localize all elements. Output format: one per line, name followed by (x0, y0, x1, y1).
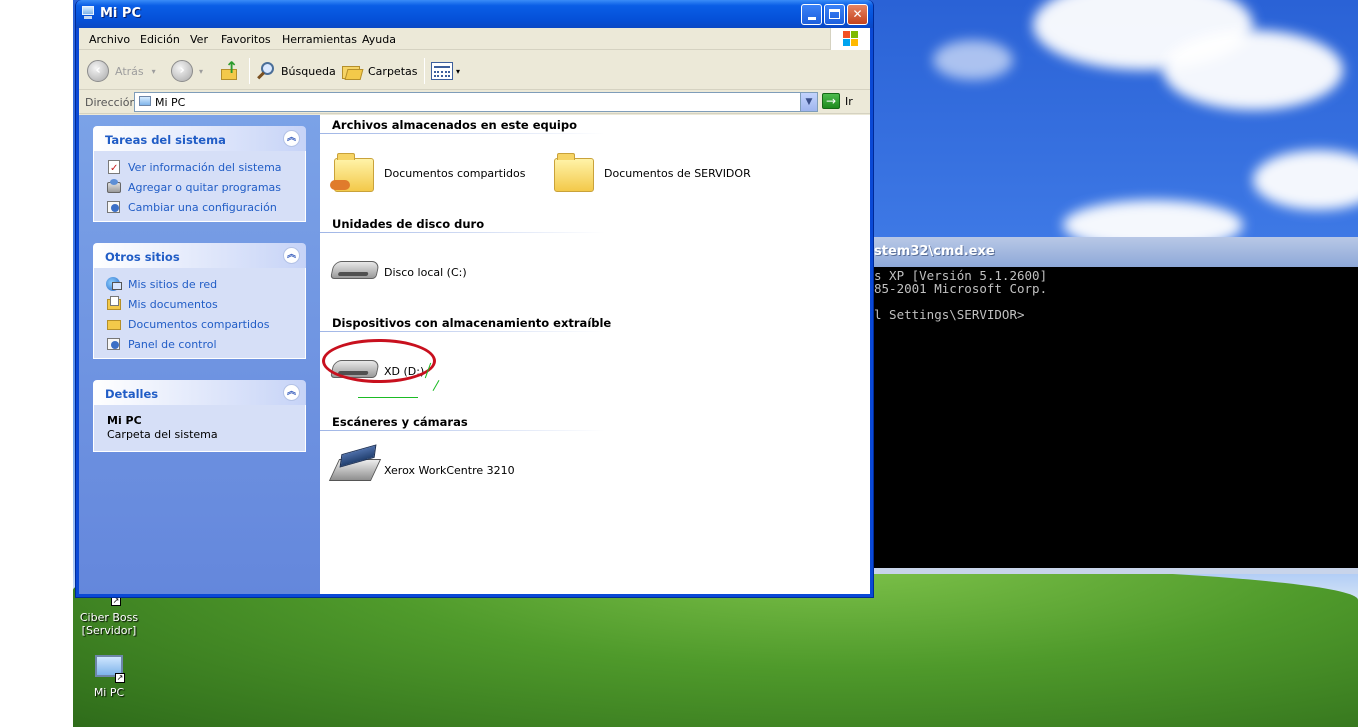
scanner-icon (328, 444, 382, 493)
views-button[interactable]: ▾ (431, 59, 460, 83)
folders-button[interactable]: Carpetas (341, 59, 417, 83)
computer-icon (139, 96, 151, 106)
collapse-icon[interactable]: ︽ (283, 384, 300, 401)
panel-header[interactable]: Otros sitios ︽ (93, 243, 306, 268)
forward-arrow-icon: › (171, 60, 193, 82)
back-arrow-icon: ‹ (87, 60, 109, 82)
panel-details: Detalles ︽ Mi PC Carpeta del sistema (93, 380, 306, 452)
link-shared-documents[interactable]: Documentos compartidos (106, 314, 305, 334)
item-local-disk[interactable]: Disco local (C:) (330, 249, 467, 295)
address-label: Dirección (85, 96, 137, 109)
address-input[interactable]: Mi PC ▼ (134, 92, 818, 112)
network-places-icon (106, 276, 122, 292)
add-remove-programs-icon (106, 179, 122, 195)
link-control-panel[interactable]: Panel de control (106, 334, 305, 354)
maximize-button[interactable] (824, 4, 845, 25)
cmd-window[interactable]: stem32\cmd.exe s XP [Versión 5.1.2600] 85… (874, 237, 1358, 573)
go-button[interactable]: → Ir (822, 93, 853, 109)
control-panel-icon (106, 199, 122, 215)
chevron-down-icon: ▾ (199, 66, 204, 76)
menu-ver[interactable]: Ver (190, 33, 208, 46)
desktop-icon-mi-pc[interactable]: ↗ Mi PC (73, 655, 145, 699)
computer-icon: ↗ (93, 655, 125, 683)
cmd-title[interactable]: stem32\cmd.exe (874, 237, 1358, 267)
menu-herramientas[interactable]: Herramientas (282, 33, 357, 46)
explorer-window[interactable]: Mi PC ✕ Archivo Edición Ver Favoritos He… (75, 0, 874, 598)
item-server-documents[interactable]: Documentos de SERVIDOR (552, 150, 751, 196)
desktop-icon-label: Ciber Boss (79, 611, 139, 624)
highlight-ellipse (322, 339, 436, 383)
documents-icon (106, 296, 122, 312)
windows-logo (830, 28, 870, 50)
group-title-hard-drives: Unidades de disco duro (332, 217, 485, 231)
address-dropdown[interactable]: ▼ (800, 93, 817, 111)
item-shared-documents[interactable]: Documentos compartidos (330, 150, 526, 196)
minimize-button[interactable] (801, 4, 822, 25)
forward-button[interactable]: › ▾ (171, 59, 203, 83)
explorer-body: Tareas del sistema ︽ ✓ Ver información d… (79, 115, 870, 594)
toolbar: ‹ Atrás ▾ › ▾ ↑ Búsqueda Carpetas ▾ (79, 50, 870, 90)
back-button[interactable]: ‹ Atrás ▾ (87, 59, 156, 83)
panel-other-places: Otros sitios ︽ Mis sitios de red Mis doc… (93, 243, 306, 359)
chevron-down-icon: ▾ (456, 66, 461, 76)
shared-folder-icon (330, 150, 378, 196)
views-grid-icon (431, 62, 453, 80)
link-network-places[interactable]: Mis sitios de red (106, 274, 305, 294)
content-pane: Archivos almacenados en este equipo Docu… (320, 115, 870, 594)
windows-flag-icon (843, 31, 859, 47)
cmd-output: s XP [Versión 5.1.2600] 85-2001 Microsoft… (874, 268, 1048, 322)
link-system-info[interactable]: ✓ Ver información del sistema (106, 157, 305, 177)
window-title: Mi PC (100, 6, 141, 21)
menu-ayuda[interactable]: Ayuda (362, 33, 396, 46)
folders-icon (341, 61, 364, 81)
window-frame: Archivo Edición Ver Favoritos Herramient… (79, 28, 870, 594)
folder-icon (552, 150, 598, 196)
panel-header[interactable]: Detalles ︽ (93, 380, 306, 405)
search-icon (256, 61, 276, 81)
panel-system-tasks: Tareas del sistema ︽ ✓ Ver información d… (93, 126, 306, 222)
control-panel-icon (106, 336, 122, 352)
chevron-down-icon: ▾ (151, 66, 156, 76)
collapse-icon[interactable]: ︽ (283, 130, 300, 147)
system-info-icon: ✓ (106, 159, 122, 175)
hard-drive-icon (330, 249, 380, 295)
group-title-scanners: Escáneres y cámaras (332, 415, 468, 429)
computer-icon (82, 6, 96, 20)
menu-favoritos[interactable]: Favoritos (221, 33, 271, 46)
details-type: Carpeta del sistema (107, 428, 218, 441)
group-title-files: Archivos almacenados en este equipo (332, 118, 577, 132)
go-arrow-icon: → (822, 93, 840, 109)
folder-icon (106, 316, 122, 332)
screen: ↗ Ciber Boss [Servidor] ↗ Mi PC stem32\c… (0, 0, 1358, 727)
folder-up-icon: ↑ (219, 60, 239, 81)
desktop-icon-label: [Servidor] (81, 624, 137, 637)
item-scanner[interactable]: Xerox WorkCentre 3210 (328, 444, 515, 493)
desktop-icon-label: Mi PC (93, 686, 125, 699)
link-my-documents[interactable]: Mis documentos (106, 294, 305, 314)
menu-archivo[interactable]: Archivo (89, 33, 130, 46)
close-button[interactable]: ✕ (847, 4, 868, 25)
link-change-setting[interactable]: Cambiar una configuración (106, 197, 305, 217)
panel-header[interactable]: Tareas del sistema ︽ (93, 126, 306, 151)
title-bar[interactable]: Mi PC ✕ (76, 0, 873, 28)
cmd-window-border (874, 568, 1358, 574)
link-add-remove-programs[interactable]: Agregar o quitar programas (106, 177, 305, 197)
collapse-icon[interactable]: ︽ (283, 247, 300, 264)
up-folder-button[interactable]: ↑ (219, 59, 239, 83)
group-title-removable: Dispositivos con almacenamiento extraíbl… (332, 316, 612, 330)
menu-edicion[interactable]: Edición (140, 33, 180, 46)
task-pane: Tareas del sistema ︽ ✓ Ver información d… (79, 115, 320, 594)
menu-bar: Archivo Edición Ver Favoritos Herramient… (79, 28, 870, 50)
details-name: Mi PC (107, 414, 142, 427)
address-bar: Dirección Mi PC ▼ → Ir (79, 90, 870, 114)
address-value: Mi PC (155, 96, 186, 109)
search-button[interactable]: Búsqueda (256, 59, 336, 83)
